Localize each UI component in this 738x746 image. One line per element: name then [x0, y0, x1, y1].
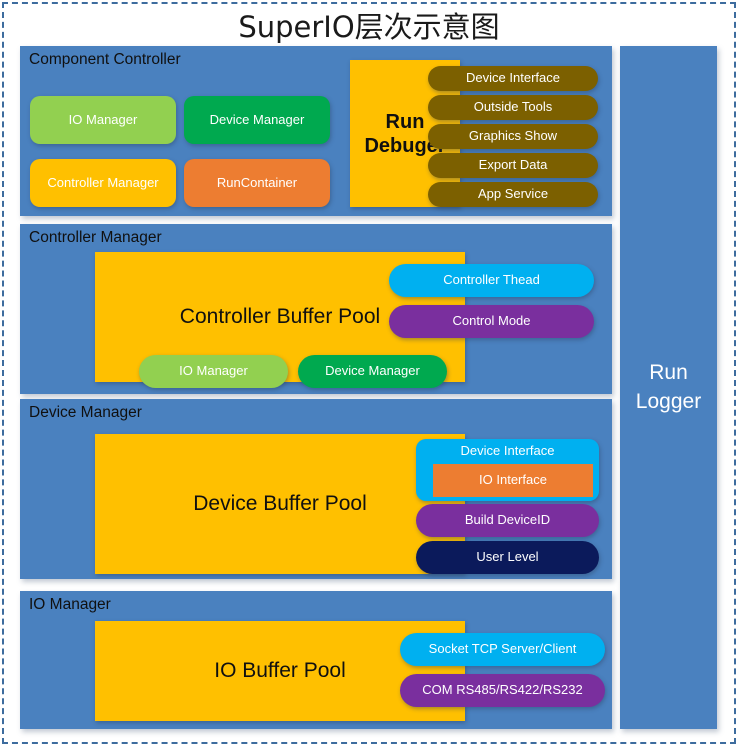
block-device-interface[interactable]: Device Interface	[428, 66, 598, 91]
diagram-canvas: SuperIO层次示意图 Component Controller IO Man…	[0, 0, 738, 746]
panel-title-io-manager: IO Manager	[29, 596, 111, 613]
run-logger-line1: Run	[649, 361, 688, 385]
page-title: SuperIO层次示意图	[238, 10, 500, 44]
block-run-container[interactable]: RunContainer	[184, 159, 330, 207]
panel-component-controller: Component Controller IO Manager Device M…	[20, 46, 612, 216]
block-io-interface[interactable]: IO Interface	[433, 464, 593, 497]
block-device-manager[interactable]: Device Manager	[184, 96, 330, 144]
block-socket-tcp[interactable]: Socket TCP Server/Client	[400, 633, 605, 666]
run-logger-line2: Logger	[635, 389, 702, 413]
block-controller-io-manager[interactable]: IO Manager	[139, 355, 288, 388]
block-controller-manager[interactable]: Controller Manager	[30, 159, 176, 207]
block-com-rs[interactable]: COM RS485/RS422/RS232	[400, 674, 605, 707]
block-app-service[interactable]: App Service	[428, 182, 598, 207]
panel-controller-manager: Controller Manager Controller Buffer Poo…	[20, 224, 612, 394]
block-io-manager[interactable]: IO Manager	[30, 96, 176, 144]
block-outside-tools[interactable]: Outside Tools	[428, 95, 598, 120]
block-graphics-show[interactable]: Graphics Show	[428, 124, 598, 149]
panel-run-logger: Run Logger	[620, 46, 717, 729]
block-control-mode[interactable]: Control Mode	[389, 305, 594, 338]
panel-title-component-controller: Component Controller	[29, 51, 181, 68]
panel-io-manager: IO Manager IO Buffer Pool Socket TCP Ser…	[20, 591, 612, 729]
panel-device-manager: Device Manager Device Buffer Pool Device…	[20, 399, 612, 579]
run-logger-label: Run Logger	[636, 359, 701, 416]
block-device-interface-label: Device Interface	[460, 443, 555, 458]
block-controller-device-manager[interactable]: Device Manager	[298, 355, 447, 388]
panel-title-controller-manager: Controller Manager	[29, 229, 162, 246]
block-export-data[interactable]: Export Data	[428, 153, 598, 178]
block-user-level[interactable]: User Level	[416, 541, 599, 574]
block-controller-thead[interactable]: Controller Thead	[389, 264, 594, 297]
block-device-buffer-pool[interactable]: Device Buffer Pool	[95, 434, 465, 574]
panel-title-device-manager: Device Manager	[29, 404, 142, 421]
block-build-device-id[interactable]: Build DeviceID	[416, 504, 599, 537]
